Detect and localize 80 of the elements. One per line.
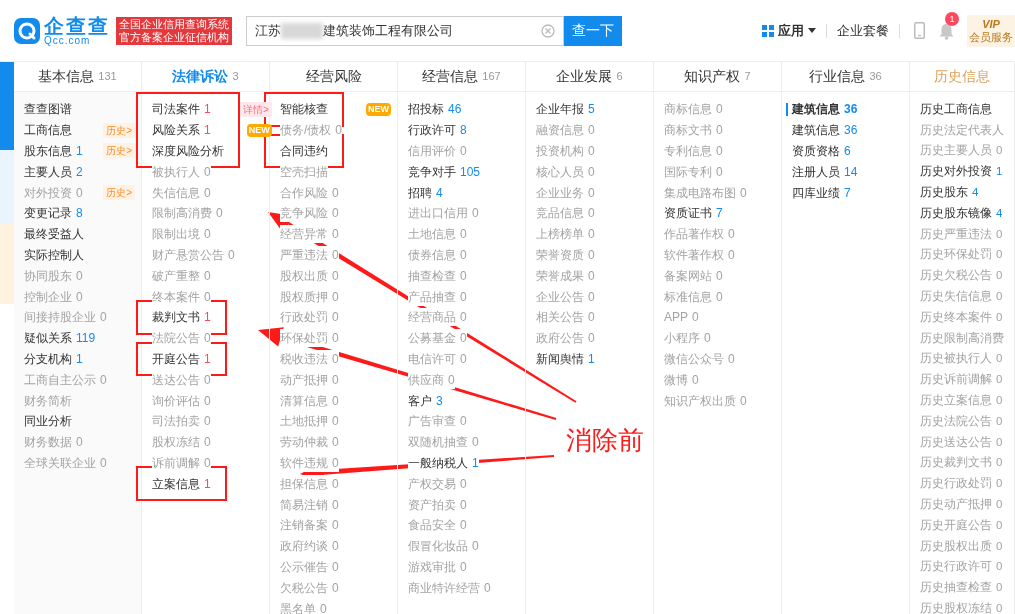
nav-link[interactable]: 经营异常 0	[280, 225, 339, 244]
category-tab[interactable]: 法律诉讼 3	[142, 62, 270, 91]
nav-link[interactable]: 历史送达公告 0	[920, 433, 1003, 451]
nav-link[interactable]: 注册人员 14	[792, 162, 858, 181]
phone-icon[interactable]	[914, 22, 925, 39]
category-tab[interactable]: 经营信息 167	[398, 62, 526, 91]
nav-link[interactable]: 简易注销 0	[280, 495, 339, 514]
detail-tag[interactable]: 详情>	[240, 101, 272, 117]
nav-link[interactable]: 股东信息 1	[24, 142, 83, 160]
nav-link[interactable]: 税收违法 0	[280, 349, 339, 368]
vip-subtitle: 会员服务	[969, 31, 1013, 43]
search-field[interactable]: 江苏 建筑装饰工程有限公司	[246, 15, 564, 46]
logo-name: 企查查	[44, 15, 110, 36]
logo-domain: Qcc.com	[44, 35, 91, 46]
nav-link[interactable]: 环保处罚 0	[280, 329, 339, 348]
nav-link[interactable]: 实际控制人	[24, 245, 84, 264]
search-button[interactable]: 查一下	[564, 15, 622, 46]
plans-link[interactable]: 企业套餐	[837, 20, 889, 41]
nav-link[interactable]: 历史法定代表人	[920, 121, 1004, 139]
nav-link[interactable]: 资质资格 6	[792, 142, 851, 160]
nav-link[interactable]: 合同违约	[280, 142, 328, 160]
nav-link[interactable]: 历史开庭公告 0	[920, 516, 1003, 534]
nav-link[interactable]: 开庭公告 1	[152, 349, 211, 368]
nav-link[interactable]: 历史股东镜像 4	[920, 204, 1003, 222]
history-tag[interactable]: 历史>	[103, 185, 135, 201]
side-tab[interactable]	[0, 224, 14, 304]
nav-link[interactable]: 历史终本案件 0	[920, 308, 1003, 326]
nav-link[interactable]: 历史股权出质 0	[920, 537, 1003, 555]
nav-link[interactable]: 终本案件 0	[152, 287, 211, 306]
search-value-start: 江苏	[255, 21, 281, 40]
category-tab[interactable]: 企业发展 6	[526, 62, 654, 91]
side-tab[interactable]	[0, 150, 14, 224]
nav-link[interactable]: 历史严重违法 0	[920, 225, 1003, 243]
nav-link[interactable]: 专利信息 0	[664, 142, 723, 160]
logo-icon	[14, 17, 40, 44]
nav-link[interactable]: 备案网站 0	[664, 266, 723, 285]
vip-badge[interactable]: VIP 会员服务	[967, 14, 1015, 47]
caret-icon	[808, 28, 816, 33]
nav-link[interactable]: 担保信息 0	[280, 474, 339, 493]
category-tab[interactable]: 历史信息	[910, 62, 1015, 91]
nav-link[interactable]: 供应商 0	[408, 370, 455, 389]
history-tag[interactable]: 历史>	[103, 143, 135, 159]
new-badge: NEW	[246, 123, 272, 137]
category-tab[interactable]: 行业信息 36	[782, 62, 910, 91]
nav-link[interactable]: 立案信息 1	[152, 474, 211, 493]
nav-link[interactable]: 竞争风险 0	[280, 204, 339, 223]
nav-link[interactable]: 投资机构 0	[536, 142, 595, 160]
nav-link[interactable]: 严重违法 0	[280, 245, 339, 264]
vip-title: VIP	[982, 18, 1000, 30]
nav-link[interactable]: 四库业绩 7	[792, 183, 851, 202]
nav-link[interactable]: 商业特许经营 0	[408, 578, 491, 597]
category-tab[interactable]: 经营风险	[270, 62, 398, 91]
nav-link[interactable]: 历史法院公告 0	[920, 412, 1003, 430]
history-tag[interactable]: 历史>	[103, 122, 135, 138]
nav-link[interactable]: 经营商品 0	[408, 308, 467, 327]
nav-link[interactable]: 客户 3	[408, 391, 443, 410]
nav-link[interactable]: 产权交易 0	[408, 474, 467, 493]
slogan-line: 官方备案企业征信机构	[119, 30, 229, 44]
nav-link[interactable]: 主要人员 2	[24, 162, 83, 181]
apps-menu[interactable]: 应用	[762, 20, 816, 41]
clear-icon[interactable]	[541, 23, 555, 38]
nav-link[interactable]: 信用评价 0	[408, 142, 467, 160]
nav-link[interactable]: 历史股权冻结 0	[920, 599, 1003, 614]
nav-link[interactable]: 深度风险分析	[152, 142, 224, 160]
grid-icon	[762, 24, 774, 37]
category-tab[interactable]: 知识产权 7	[654, 62, 782, 91]
search-value-end: 建筑装饰工程有限公司	[323, 21, 453, 40]
nav-link[interactable]: 历史工商信息	[920, 100, 992, 118]
redaction-blur	[281, 22, 323, 39]
category-tab[interactable]: 基本信息 131	[14, 62, 142, 91]
bell-icon[interactable]	[939, 22, 954, 40]
notification-badge: 1	[945, 11, 959, 26]
nav-link[interactable]: 历史限制高消费	[920, 329, 1004, 347]
annotation-label: 消除前	[566, 424, 644, 457]
slogan-line: 全国企业信用查询系统	[119, 17, 229, 31]
nav-link[interactable]: 新闻舆情 1	[536, 349, 595, 368]
nav-link[interactable]: 工商自主公示 0	[24, 370, 107, 389]
nav-link[interactable]: 核心人员 0	[536, 162, 595, 181]
side-tab[interactable]	[0, 62, 14, 150]
new-badge: NEW	[366, 102, 391, 116]
